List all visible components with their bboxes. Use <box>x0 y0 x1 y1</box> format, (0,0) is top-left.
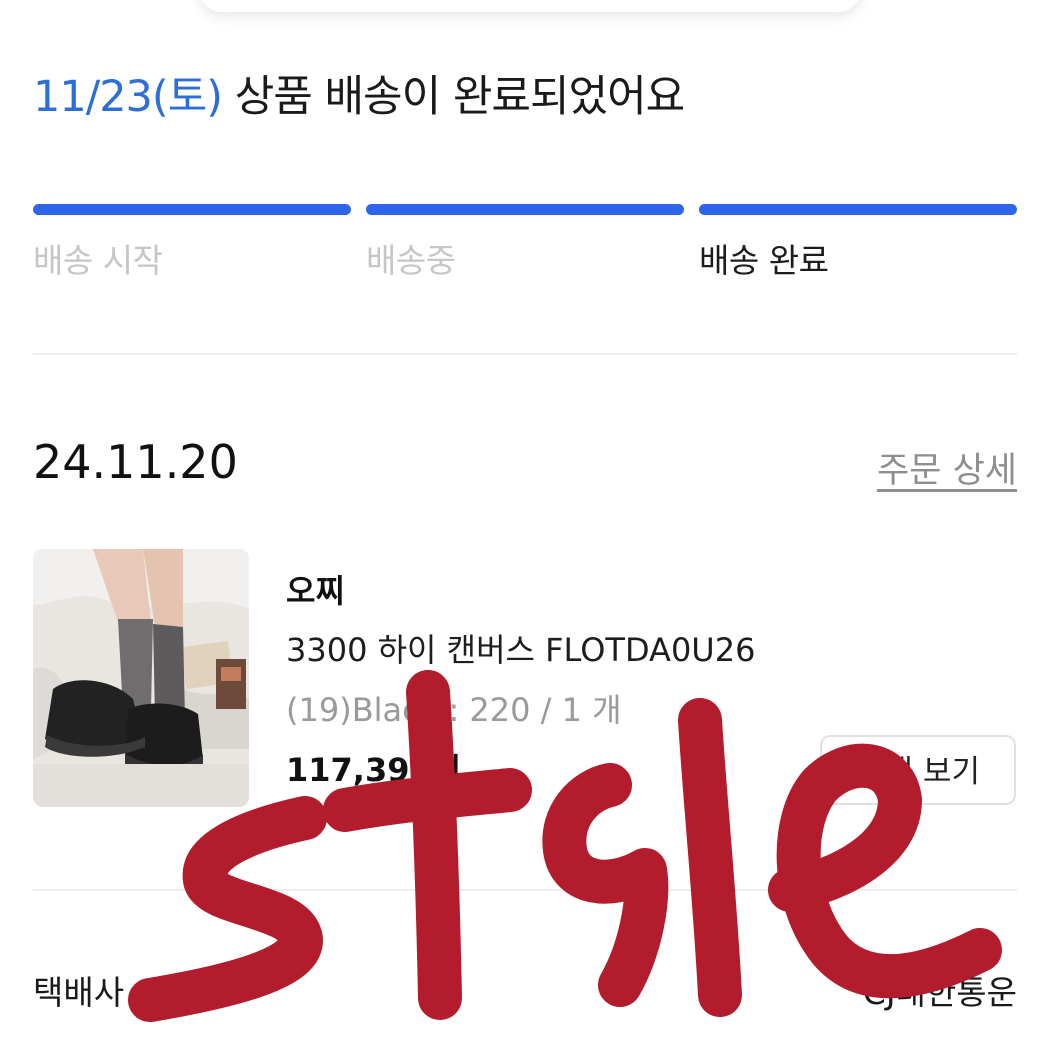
delivery-headline: 11/23(토) 상품 배송이 완료되었어요 <box>33 62 685 124</box>
order-date: 24.11.20 <box>33 435 238 489</box>
snap-view-button[interactable]: 스냅 보기 <box>820 735 1016 805</box>
section-divider-2 <box>33 889 1017 891</box>
step-label-transit: 배송중 <box>366 241 456 280</box>
delivery-message: 상품 배송이 완료되었어요 <box>234 72 685 122</box>
courier-value: CJ대한통운 <box>862 973 1017 1012</box>
top-sheet-edge <box>200 0 860 12</box>
product-name[interactable]: 3300 하이 캔버스 FLOTDA0U26 <box>286 625 886 671</box>
product-photo <box>33 549 249 807</box>
style-watermark <box>128 670 1002 1022</box>
delivery-progress: 배송 시작 배송중 배송 완료 <box>33 204 1017 282</box>
progress-bar-transit <box>366 204 684 215</box>
product-image[interactable] <box>33 549 249 807</box>
product-brand: 오찌 <box>286 572 345 610</box>
step-label-start: 배송 시작 <box>33 241 163 280</box>
progress-bar-start <box>33 204 351 215</box>
progress-bar-complete <box>699 204 1017 215</box>
step-label-complete: 배송 완료 <box>699 241 829 280</box>
courier-label: 택배사 <box>33 973 125 1012</box>
order-detail-link[interactable]: 주문 상세 <box>877 442 1017 493</box>
product-info: 오찌 3300 하이 캔버스 FLOTDA0U26 (19)Black : 22… <box>286 566 886 791</box>
delivery-date: 11/23(토) <box>33 72 223 122</box>
product-price: 117,390원 <box>286 751 462 789</box>
product-option: (19)Black : 220 / 1 개 <box>286 691 622 729</box>
section-divider <box>33 353 1017 355</box>
